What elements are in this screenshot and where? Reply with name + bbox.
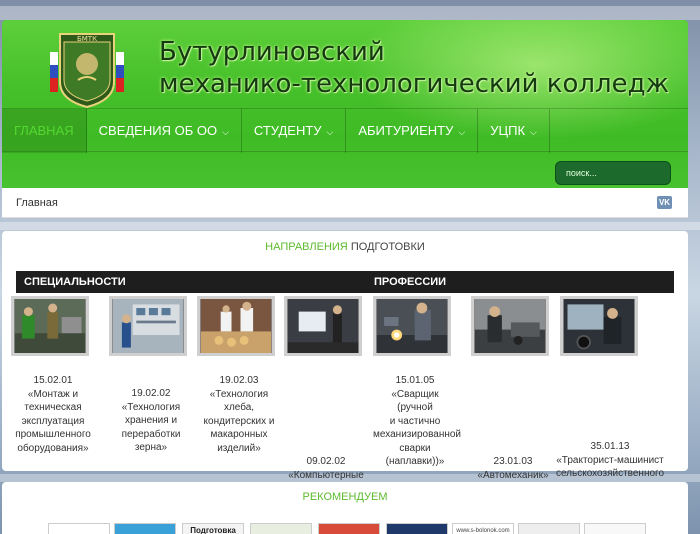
partner-banner[interactable]: Подготовка (182, 523, 244, 534)
svg-text:БМТК: БМТК (77, 35, 97, 43)
photo-computer-lab-image (284, 296, 362, 356)
nav-item-about[interactable]: СВЕДЕНИЯ ОБ ОО ⌵ (87, 109, 242, 153)
direction-card[interactable]: 15.01.05 «Сварщик (ручной и частично мех… (373, 296, 461, 467)
background-decoration (0, 6, 700, 20)
direction-card[interactable]: 19.02.03 «Технология хлеба, кондитерских… (197, 296, 281, 454)
nav-item-home[interactable]: ГЛАВНАЯ (2, 109, 87, 153)
directions-title: НАПРАВЛЕНИЯ ПОДГОТОВКИ (265, 241, 425, 253)
direction-card[interactable]: 19.02.02 «Технология хранения и перерабо… (109, 296, 193, 453)
chevron-down-icon: ⌵ (326, 127, 334, 137)
site-title[interactable]: Бутурлиновский механико-технологический … (159, 36, 669, 100)
college-logo-emblem[interactable]: БМТК (50, 28, 124, 108)
photo-control-panel-image (109, 296, 187, 356)
specialties-label: СПЕЦИАЛЬНОСТИ (24, 276, 126, 288)
nav-item-training-center[interactable]: УЦПК ⌵ (478, 109, 550, 153)
photo-bakery-image (197, 296, 275, 356)
partner-banner[interactable] (48, 523, 110, 534)
site-title-line-1: Бутурлиновский (159, 37, 385, 67)
photo-tractor-image (560, 296, 638, 356)
site-title-line-2: механико-технологический колледж (159, 69, 669, 99)
partner-banner[interactable] (518, 523, 580, 534)
direction-card[interactable]: 23.01.03 «Автомеханик» (471, 296, 555, 481)
recommend-panel: РЕКОМЕНДУЕМ Подготовка www.s-bolonok.com (2, 482, 688, 534)
direction-card-text: 19.02.03 «Технология хлеба, кондитерских… (203, 375, 275, 454)
breadcrumb: Главная VK (2, 188, 688, 218)
direction-card[interactable]: 15.02.01 «Монтаж и техническая эксплуата… (11, 296, 95, 454)
chevron-down-icon: ⌵ (458, 127, 466, 137)
direction-card-text: 23.01.03 «Автомеханик» (477, 456, 549, 481)
vk-icon[interactable]: VK (657, 196, 672, 209)
partner-banner[interactable] (386, 523, 448, 534)
partner-banner[interactable]: www.s-bolonok.com (452, 523, 514, 534)
partner-banner[interactable] (114, 523, 176, 534)
search-input[interactable] (555, 161, 671, 185)
directions-panel: НАПРАВЛЕНИЯ ПОДГОТОВКИ СПЕЦИАЛЬНОСТИ ПРО… (2, 231, 688, 494)
direction-card-text: 15.01.05 «Сварщик (ручной и частично мех… (373, 375, 462, 467)
chevron-down-icon: ⌵ (222, 127, 229, 137)
nav-item-applicant[interactable]: АБИТУРИЕНТУ ⌵ (346, 109, 479, 153)
partner-banner[interactable] (584, 523, 646, 534)
professions-label: ПРОФЕССИИ (374, 276, 447, 288)
background-decoration (0, 222, 700, 230)
breadcrumb-current: Главная (16, 197, 58, 209)
direction-card-text: 15.02.01 «Монтаж и техническая эксплуата… (15, 375, 91, 454)
photo-welding-image (373, 296, 451, 356)
nav-item-student[interactable]: СТУДЕНТУ ⌵ (242, 109, 347, 153)
direction-card[interactable]: 09.02.02 «Компьютерные сети» (284, 296, 368, 494)
category-bar: СПЕЦИАЛЬНОСТИ ПРОФЕССИИ (16, 271, 674, 293)
partner-banner[interactable] (318, 523, 380, 534)
chevron-down-icon: ⌵ (530, 127, 537, 137)
photo-mechanic-image (471, 296, 549, 356)
direction-card[interactable]: 35.01.13 «Тракторист-машинист сельскохоз… (556, 296, 664, 493)
partner-banner[interactable] (250, 523, 312, 534)
direction-card-text: 19.02.02 «Технология хранения и перерабо… (121, 388, 181, 453)
main-nav: ГЛАВНАЯ СВЕДЕНИЯ ОБ ОО ⌵ СТУДЕНТУ ⌵ АБИТУР… (2, 108, 688, 153)
recommend-title: РЕКОМЕНДУЕМ (302, 491, 388, 503)
photo-workshop-image (11, 296, 89, 356)
